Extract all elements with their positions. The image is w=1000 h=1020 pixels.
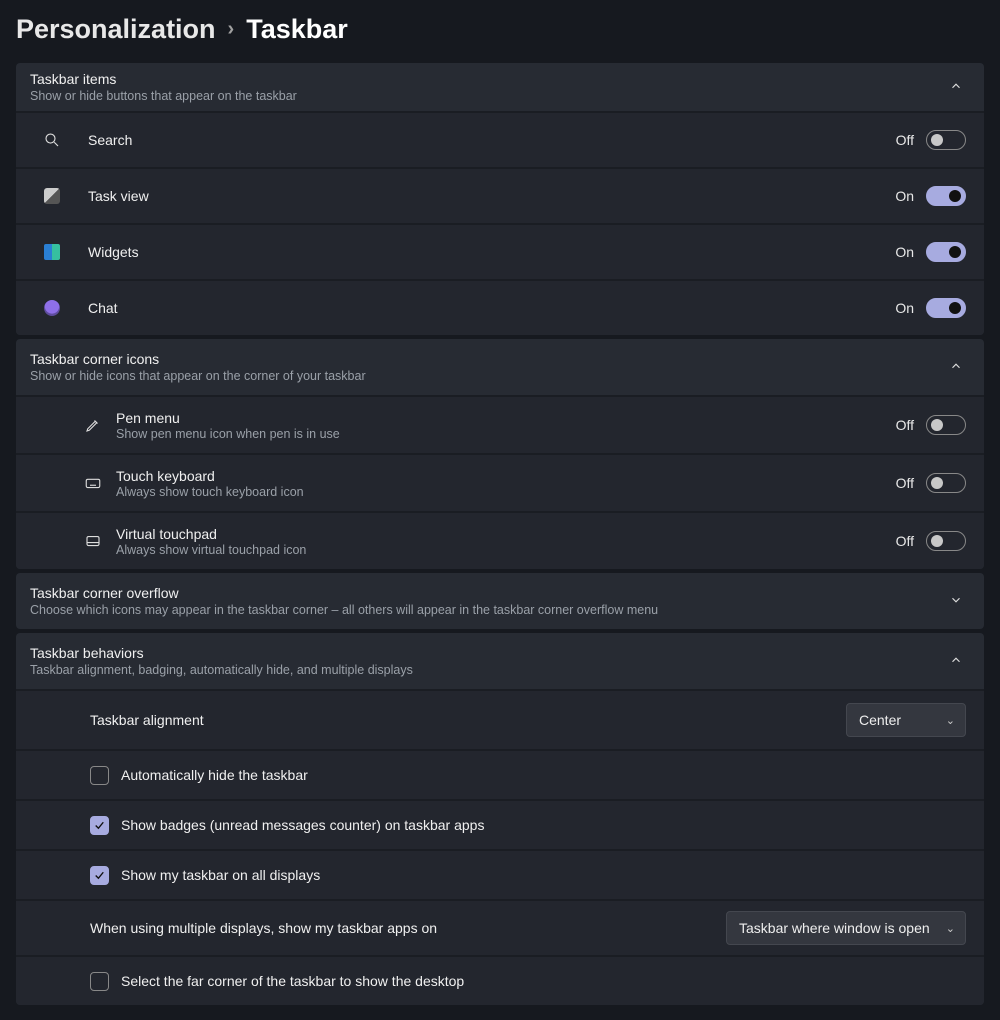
breadcrumb: Personalization › Taskbar — [0, 0, 1000, 63]
row-label: Automatically hide the taskbar — [121, 767, 966, 783]
row-sublabel: Always show virtual touchpad icon — [116, 543, 896, 557]
chevron-down-icon: ⌄ — [946, 922, 955, 935]
chevron-down-icon — [946, 593, 966, 610]
checkbox-autohide[interactable] — [90, 766, 109, 785]
row-pen-menu: Pen menu Show pen menu icon when pen is … — [16, 395, 984, 453]
section-corner-overflow: Taskbar corner overflow Choose which ico… — [16, 573, 984, 629]
row-badges: Show badges (unread messages counter) on… — [16, 799, 984, 849]
dropdown-value: Taskbar where window is open — [739, 920, 930, 936]
section-title: Taskbar behaviors — [30, 645, 946, 661]
toggle-state: Off — [896, 475, 914, 491]
row-sublabel: Always show touch keyboard icon — [116, 485, 896, 499]
chevron-up-icon — [946, 359, 966, 376]
breadcrumb-current: Taskbar — [246, 14, 348, 45]
pen-icon — [16, 416, 116, 434]
section-header-taskbar-items[interactable]: Taskbar items Show or hide buttons that … — [16, 63, 984, 111]
section-header-corner-overflow[interactable]: Taskbar corner overflow Choose which ico… — [16, 573, 984, 629]
row-all-displays: Show my taskbar on all displays — [16, 849, 984, 899]
row-far-corner: Select the far corner of the taskbar to … — [16, 955, 984, 1005]
toggle-state: On — [895, 300, 914, 316]
row-search: Search Off — [16, 111, 984, 167]
row-label: Widgets — [88, 244, 895, 260]
chevron-down-icon: ⌄ — [946, 714, 955, 727]
keyboard-icon — [16, 474, 116, 492]
touchpad-icon — [16, 532, 116, 550]
search-icon — [16, 131, 88, 149]
dropdown-multi-display[interactable]: Taskbar where window is open ⌄ — [726, 911, 966, 945]
toggle-state: Off — [896, 533, 914, 549]
toggle-chat[interactable] — [926, 298, 966, 318]
row-taskview: Task view On — [16, 167, 984, 223]
widgets-icon — [16, 244, 88, 260]
row-label: Touch keyboard — [116, 468, 896, 484]
dropdown-value: Center — [859, 712, 901, 728]
row-sublabel: Show pen menu icon when pen is in use — [116, 427, 896, 441]
section-subtitle: Taskbar alignment, badging, automaticall… — [30, 663, 946, 677]
toggle-state: On — [895, 244, 914, 260]
row-label: Virtual touchpad — [116, 526, 896, 542]
section-title: Taskbar corner icons — [30, 351, 946, 367]
taskview-icon — [16, 188, 88, 204]
row-widgets: Widgets On — [16, 223, 984, 279]
breadcrumb-parent[interactable]: Personalization — [16, 14, 216, 45]
checkbox-far-corner[interactable] — [90, 972, 109, 991]
checkbox-all-displays[interactable] — [90, 866, 109, 885]
row-label: Taskbar alignment — [90, 712, 846, 728]
toggle-state: Off — [896, 132, 914, 148]
chevron-up-icon — [946, 653, 966, 670]
toggle-pen-menu[interactable] — [926, 415, 966, 435]
row-label: Chat — [88, 300, 895, 316]
checkbox-badges[interactable] — [90, 816, 109, 835]
chat-icon — [16, 300, 88, 316]
section-subtitle: Choose which icons may appear in the tas… — [30, 603, 946, 617]
row-touch-keyboard: Touch keyboard Always show touch keyboar… — [16, 453, 984, 511]
section-corner-icons: Taskbar corner icons Show or hide icons … — [16, 339, 984, 569]
section-subtitle: Show or hide icons that appear on the co… — [30, 369, 946, 383]
row-alignment: Taskbar alignment Center ⌄ — [16, 689, 984, 749]
row-label: Select the far corner of the taskbar to … — [121, 973, 966, 989]
toggle-search[interactable] — [926, 130, 966, 150]
chevron-right-icon: › — [228, 18, 235, 41]
row-label: Search — [88, 132, 896, 148]
section-behaviors: Taskbar behaviors Taskbar alignment, bad… — [16, 633, 984, 1005]
chevron-up-icon — [946, 79, 966, 96]
toggle-touch-keyboard[interactable] — [926, 473, 966, 493]
toggle-taskview[interactable] — [926, 186, 966, 206]
section-header-behaviors[interactable]: Taskbar behaviors Taskbar alignment, bad… — [16, 633, 984, 689]
section-title: Taskbar corner overflow — [30, 585, 946, 601]
section-header-corner-icons[interactable]: Taskbar corner icons Show or hide icons … — [16, 339, 984, 395]
row-label: When using multiple displays, show my ta… — [90, 920, 726, 936]
toggle-virtual-touchpad[interactable] — [926, 531, 966, 551]
row-label: Show badges (unread messages counter) on… — [121, 817, 966, 833]
section-title: Taskbar items — [30, 71, 946, 87]
toggle-state: Off — [896, 417, 914, 433]
toggle-state: On — [895, 188, 914, 204]
row-label: Task view — [88, 188, 895, 204]
row-label: Show my taskbar on all displays — [121, 867, 966, 883]
toggle-widgets[interactable] — [926, 242, 966, 262]
row-chat: Chat On — [16, 279, 984, 335]
row-label: Pen menu — [116, 410, 896, 426]
row-virtual-touchpad: Virtual touchpad Always show virtual tou… — [16, 511, 984, 569]
dropdown-alignment[interactable]: Center ⌄ — [846, 703, 966, 737]
row-multi-display-apps: When using multiple displays, show my ta… — [16, 899, 984, 955]
row-autohide: Automatically hide the taskbar — [16, 749, 984, 799]
section-subtitle: Show or hide buttons that appear on the … — [30, 89, 946, 103]
section-taskbar-items: Taskbar items Show or hide buttons that … — [16, 63, 984, 335]
